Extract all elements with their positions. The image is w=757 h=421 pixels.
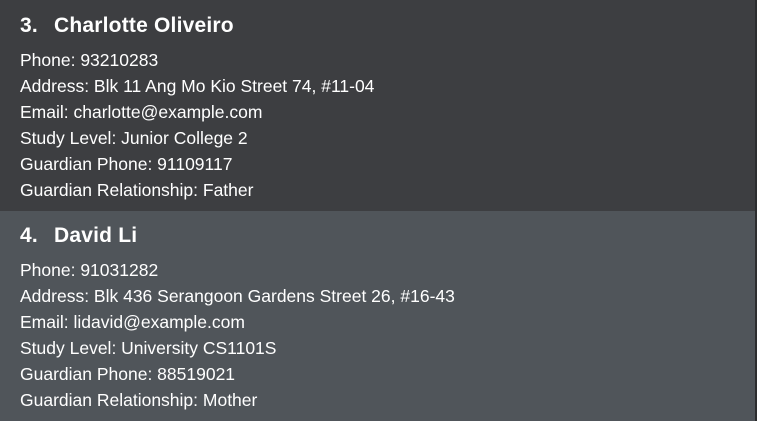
person-guardian-phone: Guardian Phone: 88519021	[20, 364, 236, 384]
person-header: 4. David Li	[20, 224, 137, 248]
person-address: Address: Blk 11 Ang Mo Kio Street 74, #1…	[20, 76, 375, 96]
person-list: 3. Charlotte Oliveiro Phone: 93210283 Add…	[0, 0, 757, 421]
person-email: Email: charlotte@example.com	[20, 102, 263, 122]
person-phone: Phone: 93210283	[20, 50, 159, 70]
person-phone: Phone: 91031282	[20, 260, 159, 280]
person-index: 4.	[20, 224, 38, 247]
person-card[interactable]: 3. Charlotte Oliveiro Phone: 93210283 Add…	[0, 0, 757, 211]
person-address: Address: Blk 436 Serangoon Gardens Stree…	[20, 286, 455, 306]
person-guardian-relationship: Guardian Relationship: Father	[20, 180, 254, 200]
person-email: Email: lidavid@example.com	[20, 312, 245, 332]
person-guardian-phone: Guardian Phone: 91109117	[20, 154, 233, 174]
person-name: Charlotte Oliveiro	[54, 14, 234, 37]
person-study-level: Study Level: Junior College 2	[20, 128, 248, 148]
person-index: 3.	[20, 14, 38, 37]
person-card-selected[interactable]: 4. David Li Phone: 91031282 Address: Blk …	[0, 211, 757, 421]
person-study-level: Study Level: University CS1101S	[20, 338, 277, 358]
person-header: 3. Charlotte Oliveiro	[20, 14, 234, 38]
person-guardian-relationship: Guardian Relationship: Mother	[20, 390, 258, 410]
person-name: David Li	[54, 224, 138, 247]
